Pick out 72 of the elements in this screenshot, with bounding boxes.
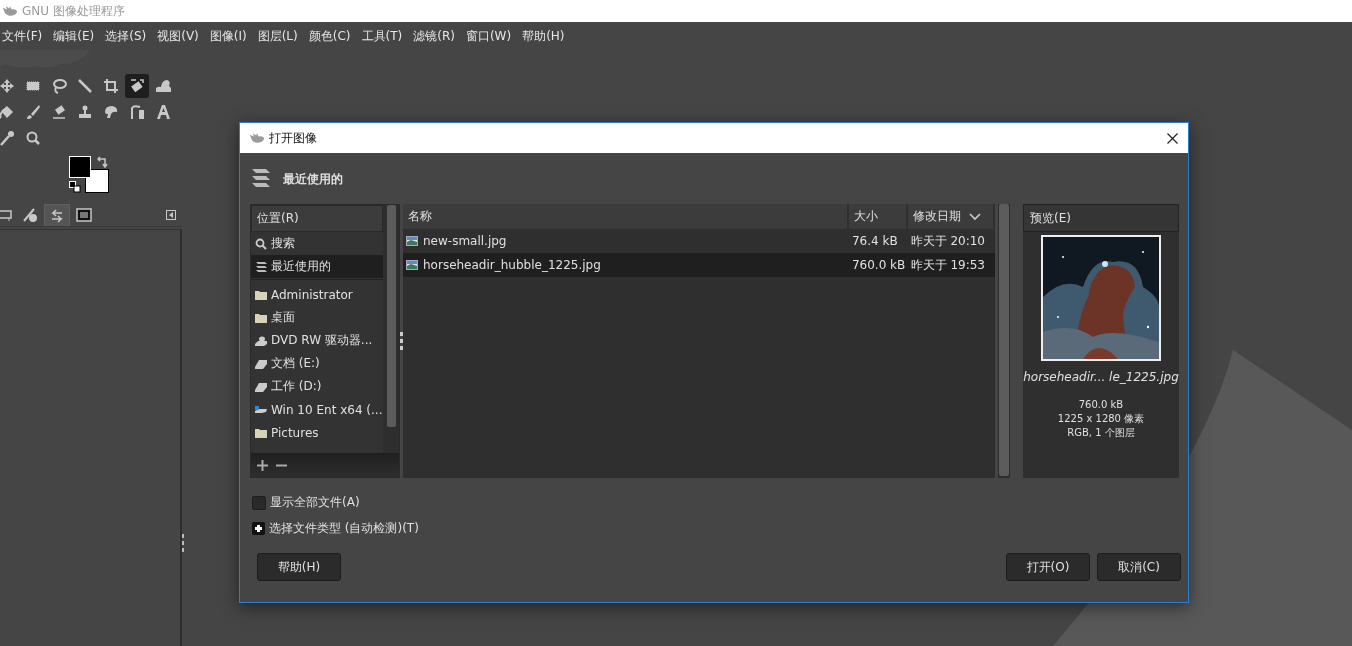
expander-label[interactable]: 选择文件类型 (自动检测)(T) — [269, 520, 419, 537]
file-name: new-small.jpg — [423, 234, 507, 248]
resize-grip-icon[interactable] — [181, 534, 185, 552]
help-button[interactable]: 帮助(H) — [257, 553, 341, 581]
file-name: horseheadir_hubble_1225.jpg — [423, 258, 601, 272]
foreground-color-swatch[interactable] — [69, 156, 91, 178]
pane-grip-icon[interactable] — [400, 332, 403, 350]
menu-item[interactable]: 窗口(W) — [465, 27, 523, 45]
place-item[interactable]: 搜索 — [251, 232, 383, 255]
place-item[interactable]: DVD RW 驱动器... — [251, 329, 383, 352]
open-button[interactable]: 打开(O) — [1006, 553, 1090, 581]
menu-item[interactable]: 工具(T) — [361, 27, 414, 45]
column-header[interactable]: 修改日期 — [907, 204, 993, 229]
menu-item[interactable]: 文件(F) — [2, 27, 54, 45]
menu-item[interactable]: 颜色(C) — [308, 27, 362, 45]
image-file-icon — [406, 236, 418, 246]
remove-icon[interactable] — [276, 463, 287, 467]
default-colors-icon[interactable] — [69, 181, 81, 193]
background-color-swatch[interactable] — [85, 169, 109, 193]
place-item[interactable]: Win 10 Ent x64 (... — [251, 398, 383, 421]
images-icon — [75, 206, 93, 224]
checkbox-label: 显示全部文件(A) — [270, 494, 360, 511]
preview-info: 1225 x 1280 像素 — [1057, 412, 1145, 426]
add-icon[interactable] — [257, 459, 268, 471]
file-row[interactable]: horseheadir_hubble_1225.jpg 760.0 kB 昨天于 19:53 — [403, 253, 995, 277]
file-row[interactable]: new-small.jpg 76.4 kB 昨天于 20:10 — [403, 229, 995, 253]
expand-icon[interactable] — [252, 522, 265, 535]
place-item[interactable]: 文档 (E:) — [251, 352, 383, 375]
swap-colors-icon[interactable] — [97, 156, 109, 168]
column-header[interactable]: 名称 — [403, 204, 847, 229]
scrollbar-thumb[interactable] — [387, 205, 396, 427]
search-icon — [254, 236, 268, 251]
panel-menu-icon[interactable] — [166, 210, 176, 220]
place-item[interactable]: Administrator — [251, 283, 383, 306]
preview-info: 760.0 kB — [1078, 398, 1124, 412]
menu-item[interactable]: 图层(L) — [257, 27, 309, 45]
column-header[interactable]: 大小 — [848, 204, 906, 229]
file-date: 昨天于 19:53 — [910, 256, 985, 274]
menu-item[interactable]: 编辑(E) — [53, 27, 106, 45]
gimp-logo-icon — [2, 5, 18, 17]
transform-icon[interactable] — [125, 74, 149, 98]
dialog-title: 打开图像 — [269, 129, 317, 147]
menu-item[interactable]: 帮助(H) — [522, 27, 576, 45]
file-size: 76.4 kB — [851, 234, 898, 248]
preview-header: 预览(E) — [1023, 204, 1179, 232]
image-file-icon — [406, 260, 418, 270]
recent-icon — [251, 168, 271, 190]
places-header: 位置(R) — [251, 205, 383, 232]
place-item[interactable]: 最近使用的 — [251, 255, 383, 278]
menu-item[interactable]: 选择(S) — [105, 27, 158, 45]
window-title: GNU 图像处理程序 — [22, 2, 125, 20]
recent-icon — [254, 259, 268, 274]
menu-item[interactable]: 视图(V) — [157, 27, 210, 45]
device-status-icon — [21, 206, 39, 224]
file-size: 760.0 kB — [851, 258, 906, 272]
cancel-button[interactable]: 取消(C) — [1097, 553, 1181, 581]
place-item[interactable]: 工作 (D:) — [251, 375, 383, 398]
location-label: 最近使用的 — [283, 170, 343, 188]
undo-history-tab[interactable] — [44, 204, 70, 226]
menu-item[interactable]: 图像(I) — [209, 27, 258, 45]
close-icon[interactable] — [1167, 132, 1178, 144]
place-item[interactable]: 桌面 — [251, 306, 383, 329]
preview-info: RGB, 1 个图层 — [1067, 426, 1135, 440]
scrollbar-thumb[interactable] — [999, 204, 1009, 476]
menu-item[interactable]: 滤镜(R) — [413, 27, 466, 45]
gimp-logo-icon — [249, 132, 265, 144]
undo-history-icon — [48, 206, 66, 225]
preview-filename: horseheadir... le_1225.jpg — [1023, 370, 1179, 384]
sort-chevron-icon — [968, 212, 981, 221]
checkbox[interactable] — [252, 495, 266, 510]
file-date: 昨天于 20:10 — [910, 232, 985, 250]
place-item[interactable]: Pictures — [251, 421, 383, 444]
